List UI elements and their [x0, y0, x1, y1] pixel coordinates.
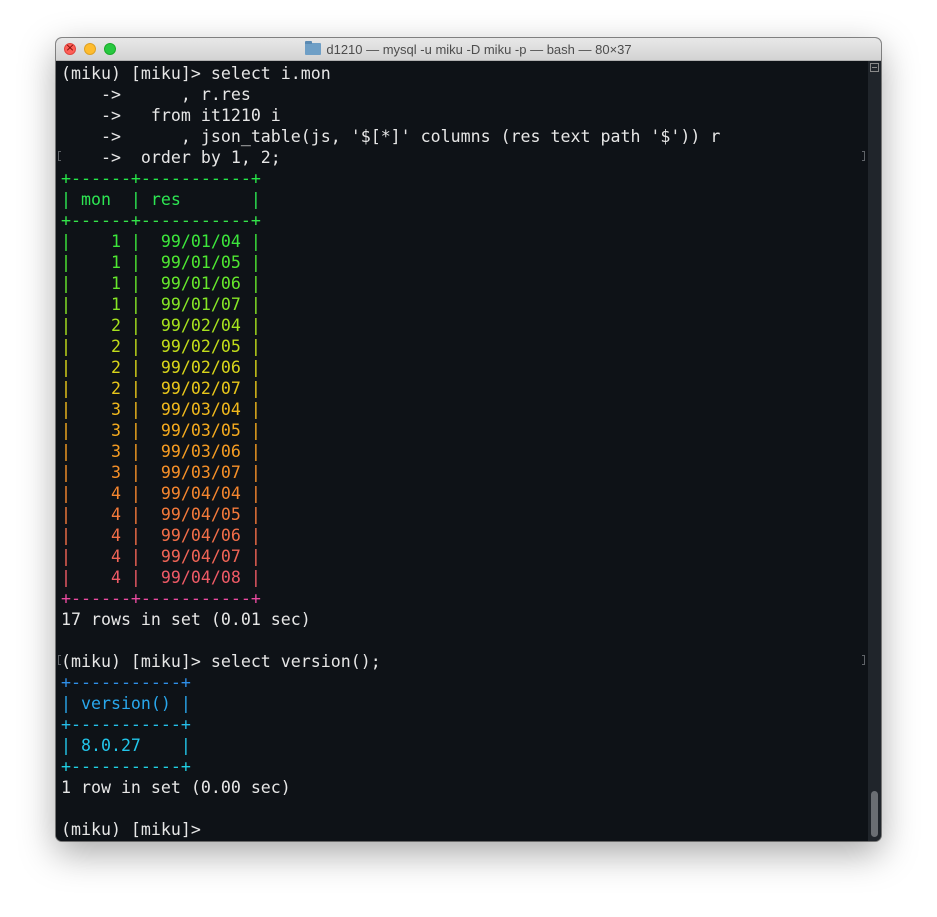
terminal-line: | 4 | 99/04/08 | [61, 568, 261, 587]
terminal-line: (miku) [miku]> [61, 820, 201, 839]
scroll-to-top-icon[interactable] [870, 63, 879, 72]
folder-icon [305, 41, 322, 55]
terminal-window: × d1210 — mysql -u miku -D miku -p — bas… [56, 38, 881, 841]
terminal-line: | 3 | 99/03/04 | [61, 400, 261, 419]
terminal-line: | 2 | 99/02/07 | [61, 379, 261, 398]
terminal-line: (miku) [miku]> select i.mon [61, 64, 331, 83]
terminal-line: -> , r.res [61, 85, 251, 104]
terminal-line: | 1 | 99/01/06 | [61, 274, 261, 293]
terminal-line: 1 row in set (0.00 sec) [61, 778, 291, 797]
terminal-line: | 2 | 99/02/05 | [61, 337, 261, 356]
terminal-line: +------+-----------+ [61, 211, 261, 230]
terminal-line: -> , json_table(js, '$[*]' columns (res … [61, 127, 721, 146]
terminal-line: | 4 | 99/04/06 | [61, 526, 261, 545]
terminal-line: | mon | res | [61, 190, 261, 209]
terminal-line: | version() | [61, 694, 191, 713]
terminal-line: | 2 | 99/02/06 | [61, 358, 261, 377]
terminal-line: | 2 | 99/02/04 | [61, 316, 261, 335]
terminal-line: -> from it1210 i [61, 106, 281, 125]
scrollbar[interactable] [868, 61, 881, 841]
terminal-line: +------+-----------+ [61, 589, 261, 608]
title-bar[interactable]: × d1210 — mysql -u miku -D miku -p — bas… [56, 38, 881, 61]
terminal-line: +-----------+ [61, 757, 191, 776]
terminal-line: | 1 | 99/01/04 | [61, 232, 261, 251]
mark-bracket-left [58, 151, 61, 161]
terminal-line: 17 rows in set (0.01 sec) [61, 610, 311, 629]
terminal-line: -> order by 1, 2; [61, 148, 281, 167]
terminal-line: | 1 | 99/01/05 | [61, 253, 261, 272]
mark-bracket-left [58, 655, 61, 665]
terminal-line: | 8.0.27 | [61, 736, 191, 755]
scrollbar-thumb[interactable] [871, 791, 878, 837]
terminal-line: (miku) [miku]> select version(); [61, 652, 381, 671]
terminal-line: | 1 | 99/01/07 | [61, 295, 261, 314]
mark-bracket-right [862, 655, 865, 665]
terminal-line: | 4 | 99/04/04 | [61, 484, 261, 503]
terminal-line: | 4 | 99/04/05 | [61, 505, 261, 524]
terminal-line: +-----------+ [61, 673, 191, 692]
window-title: d1210 — mysql -u miku -D miku -p — bash … [56, 38, 881, 60]
terminal-line: | 3 | 99/03/05 | [61, 421, 261, 440]
window-title-text: d1210 — mysql -u miku -D miku -p — bash … [326, 41, 632, 57]
terminal-line: | 3 | 99/03/06 | [61, 442, 261, 461]
terminal-line: | 3 | 99/03/07 | [61, 463, 261, 482]
mark-bracket-right [862, 151, 865, 161]
terminal-line: +-----------+ [61, 715, 191, 734]
terminal-line: | 4 | 99/04/07 | [61, 547, 261, 566]
terminal-line: +------+-----------+ [61, 169, 261, 188]
terminal-output[interactable]: (miku) [miku]> select i.mon -> , r.res -… [56, 61, 868, 841]
